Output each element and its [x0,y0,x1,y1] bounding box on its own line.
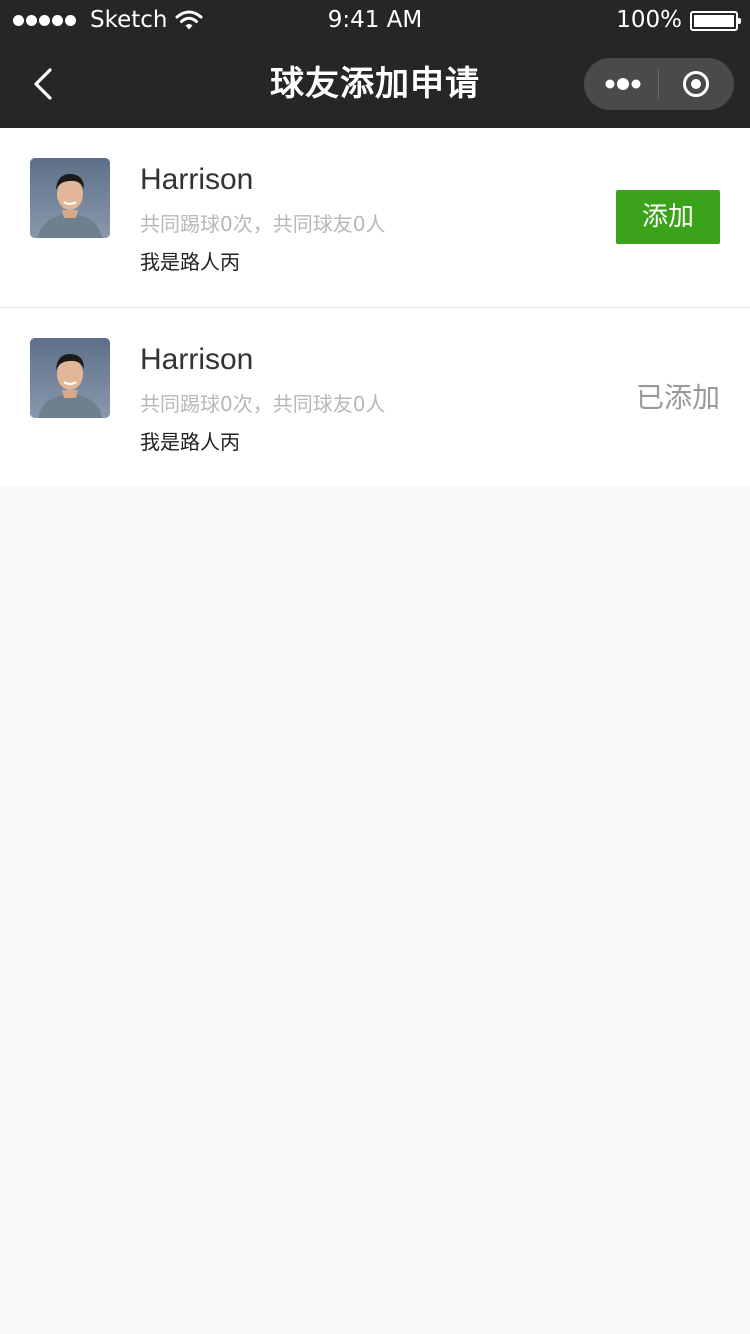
request-message: 我是路人丙 [140,430,240,454]
user-name: Harrison [140,343,254,376]
add-friend-button[interactable]: 添加 [616,190,720,244]
added-status: 已添加 [635,381,720,414]
capsule-divider [658,70,659,98]
user-name: Harrison [140,163,254,196]
battery-icon [690,11,741,31]
battery-percent: 100% [616,7,682,33]
status-bar: Sketch 9:41 AM 100% [0,0,750,40]
common-stats: 共同踢球0次，共同球友0人 [140,212,386,236]
list-item[interactable]: Harrison 共同踢球0次，共同球友0人 我是路人丙 已添加 [0,307,750,487]
avatar[interactable] [30,158,110,238]
menu-capsule [584,58,734,110]
avatar-image [30,158,110,238]
list-item[interactable]: Harrison 共同踢球0次，共同球友0人 我是路人丙 添加 [0,128,750,307]
request-message: 我是路人丙 [140,250,240,274]
more-dots-icon[interactable] [604,74,644,94]
common-stats: 共同踢球0次，共同球友0人 [140,392,386,416]
avatar[interactable] [30,338,110,418]
friend-request-list: Harrison 共同踢球0次，共同球友0人 我是路人丙 添加 Harrison… [0,128,750,487]
navigation-bar: 球友添加申请 [0,40,750,128]
avatar-image [30,338,110,418]
target-circle-icon[interactable] [682,70,710,98]
